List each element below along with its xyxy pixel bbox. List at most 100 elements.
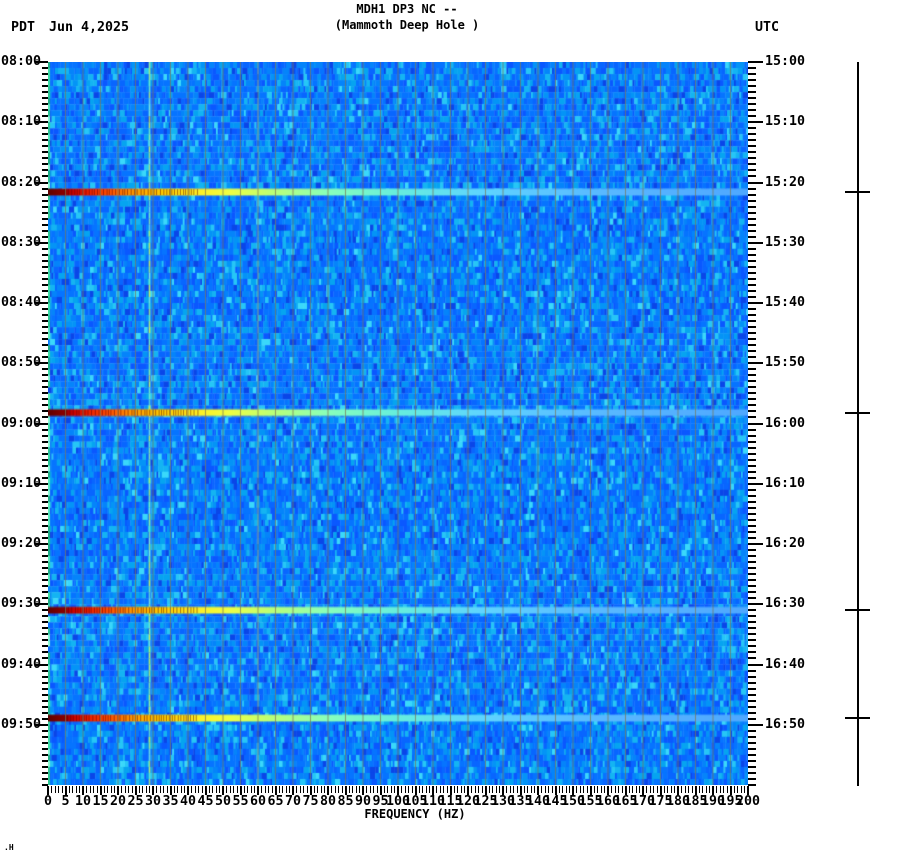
freq-minor-tick — [191, 786, 192, 793]
freq-minor-tick — [121, 786, 122, 793]
left-minor-tick — [42, 247, 48, 250]
right-minor-tick — [748, 289, 756, 292]
right-minor-tick — [748, 157, 756, 160]
left-minor-tick — [42, 338, 48, 341]
left-minor-tick — [42, 115, 48, 118]
right-minor-tick — [748, 741, 756, 744]
freq-minor-tick — [271, 786, 273, 793]
freq-minor-tick — [282, 786, 283, 793]
right-minor-tick — [748, 277, 756, 280]
right-minor-tick — [748, 753, 756, 756]
right-minor-tick — [748, 314, 756, 317]
freq-minor-tick — [436, 786, 437, 793]
freq-minor-tick — [138, 786, 140, 793]
freq-minor-tick — [474, 786, 476, 793]
freq-minor-tick — [247, 786, 248, 793]
right-minor-tick — [748, 247, 756, 250]
right-minor-tick — [748, 452, 756, 455]
right-minor-tick — [748, 597, 756, 600]
right-major-tick — [748, 723, 763, 726]
right-minor-tick — [748, 115, 756, 118]
left-minor-tick — [42, 229, 48, 232]
left-minor-tick — [42, 235, 48, 238]
page-title: MDH1 DP3 NC -- — [356, 2, 458, 16]
right-minor-tick — [748, 530, 756, 533]
scale-bar-event-tick — [845, 411, 870, 414]
left-minor-tick — [42, 579, 48, 582]
freq-minor-tick — [513, 786, 514, 793]
freq-minor-tick — [723, 786, 724, 793]
right-minor-tick — [748, 567, 756, 570]
freq-minor-tick — [632, 786, 633, 793]
left-minor-tick — [42, 398, 48, 401]
freq-minor-tick — [744, 786, 745, 793]
freq-minor-tick — [621, 786, 623, 793]
left-minor-tick — [42, 458, 48, 461]
right-time-label: 16:40 — [765, 656, 806, 672]
left-minor-tick — [42, 669, 48, 672]
freq-minor-tick — [663, 786, 665, 793]
right-minor-tick — [748, 681, 756, 684]
freq-minor-tick — [107, 786, 108, 793]
right-minor-tick — [748, 151, 756, 154]
left-minor-tick — [42, 169, 48, 172]
right-minor-tick — [748, 651, 756, 654]
left-minor-tick — [42, 109, 48, 112]
freq-minor-tick — [740, 786, 742, 793]
right-minor-tick — [748, 392, 756, 395]
freq-minor-tick — [166, 786, 168, 793]
left-time-label: 09:00 — [0, 415, 41, 431]
freq-minor-tick — [250, 786, 252, 793]
right-minor-tick — [748, 332, 756, 335]
left-time-label: 09:30 — [0, 596, 41, 612]
left-minor-tick — [42, 645, 48, 648]
freq-minor-tick — [488, 786, 490, 793]
scale-bar-event-tick — [845, 191, 870, 194]
right-minor-tick — [748, 524, 756, 527]
freq-minor-tick — [89, 786, 91, 793]
freq-minor-tick — [558, 786, 560, 793]
left-minor-tick — [42, 741, 48, 744]
freq-minor-tick — [425, 786, 427, 793]
left-minor-tick — [42, 506, 48, 509]
left-minor-tick — [42, 217, 48, 220]
right-major-tick — [748, 482, 763, 485]
freq-minor-tick — [646, 786, 647, 793]
right-minor-tick — [748, 633, 756, 636]
right-minor-tick — [748, 657, 756, 660]
right-minor-tick — [748, 476, 756, 479]
freq-minor-tick — [569, 786, 570, 793]
right-minor-tick — [748, 368, 756, 371]
freq-minor-tick — [128, 786, 129, 793]
freq-minor-tick — [705, 786, 707, 793]
right-minor-tick — [748, 464, 756, 467]
right-minor-tick — [748, 735, 756, 738]
freq-minor-tick — [618, 786, 619, 793]
left-minor-tick — [42, 145, 48, 148]
freq-minor-tick — [338, 786, 339, 793]
freq-minor-tick — [586, 786, 588, 793]
right-minor-tick — [748, 747, 756, 750]
left-minor-tick — [42, 127, 48, 130]
right-time-label: 16:50 — [765, 716, 806, 732]
left-minor-tick — [42, 446, 48, 449]
right-minor-tick — [748, 85, 756, 88]
freq-minor-tick — [429, 786, 430, 793]
left-minor-tick — [42, 133, 48, 136]
right-minor-tick — [748, 512, 756, 515]
freq-minor-tick — [548, 786, 549, 793]
freq-minor-tick — [93, 786, 94, 793]
left-minor-tick — [42, 265, 48, 268]
freq-minor-tick — [233, 786, 234, 793]
freq-minor-tick — [709, 786, 710, 793]
right-minor-tick — [748, 579, 756, 582]
left-minor-tick — [42, 295, 48, 298]
freq-minor-tick — [527, 786, 528, 793]
freq-minor-tick — [408, 786, 409, 793]
left-minor-tick — [42, 308, 48, 311]
freq-minor-tick — [369, 786, 371, 793]
right-minor-tick — [748, 555, 756, 558]
left-time-label: 08:50 — [0, 355, 41, 371]
freq-minor-tick — [499, 786, 500, 793]
freq-minor-tick — [219, 786, 220, 793]
